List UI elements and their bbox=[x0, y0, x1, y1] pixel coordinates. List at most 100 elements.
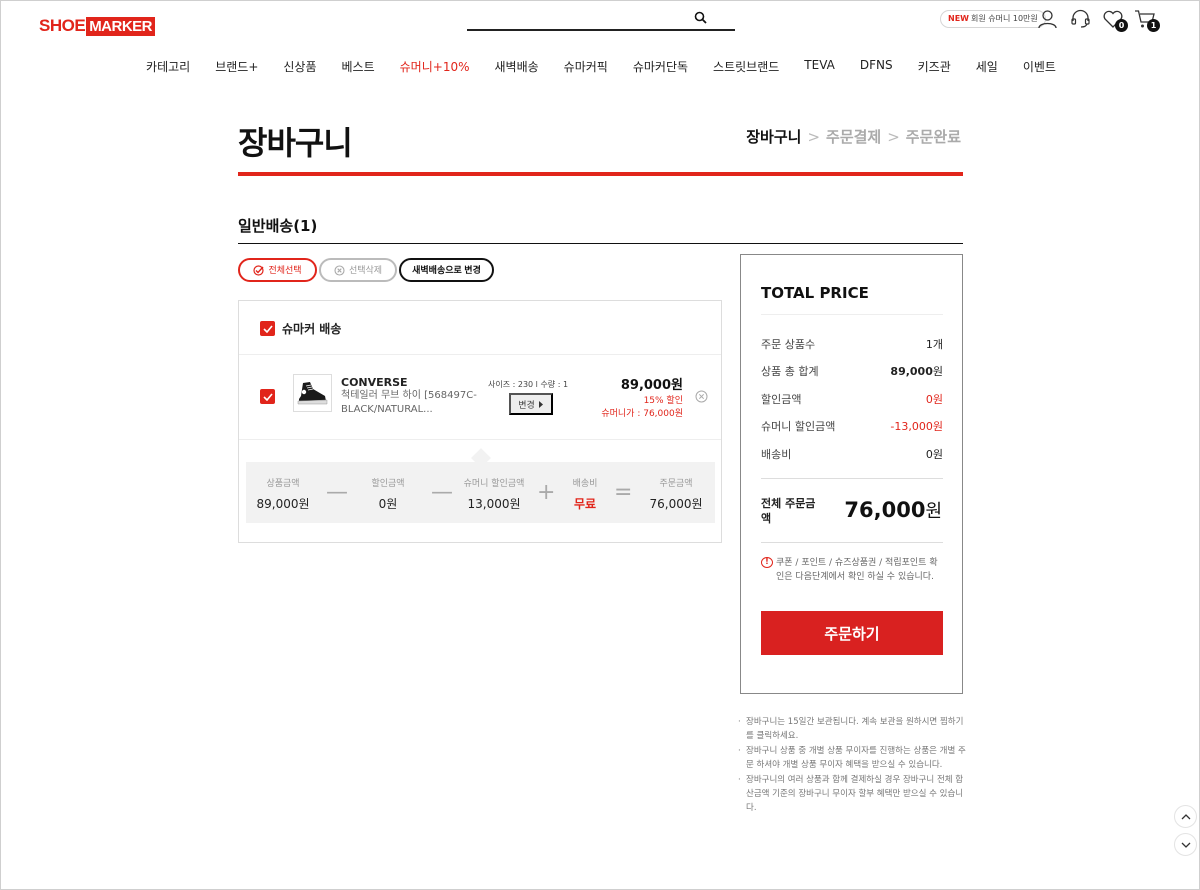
nav-item[interactable]: 베스트 bbox=[342, 58, 375, 76]
main-nav: 카테고리 브랜드+ 신상품 베스트 슈머니+10% 새벽배송 슈마커픽 슈마커단독 스트릿브랜드… bbox=[1, 58, 1200, 76]
row-value: 0원 bbox=[925, 393, 943, 406]
nav-item[interactable]: 브랜드+ bbox=[215, 58, 258, 76]
page-title: 장바구니 bbox=[238, 124, 353, 162]
panel-divider bbox=[761, 314, 943, 315]
badge-text: 회원 슈머니 10만원 bbox=[970, 14, 1038, 23]
row-value: -13,000원 bbox=[890, 420, 943, 433]
section-title: 일반배송(1) bbox=[238, 217, 318, 235]
item-divider bbox=[239, 439, 721, 440]
summary-value: 0원 bbox=[378, 497, 398, 511]
total-row-quantity: 주문 상품수 1개 bbox=[761, 336, 943, 352]
remove-item-icon[interactable] bbox=[695, 388, 708, 407]
search-icon[interactable] bbox=[694, 9, 707, 28]
cart-note-item: 장바구니는 15일간 보관됩니다. 계속 보관을 원하시면 찜하기를 클릭하세요… bbox=[738, 715, 966, 743]
user-icon[interactable] bbox=[1037, 9, 1058, 33]
summary-value: 무료 bbox=[573, 497, 597, 511]
check-icon bbox=[262, 392, 273, 401]
product-brand[interactable]: CONVERSE bbox=[341, 376, 408, 389]
search-input[interactable] bbox=[467, 7, 735, 31]
step-separator: > bbox=[887, 128, 900, 146]
delete-selected-label: 선택삭제 bbox=[348, 265, 383, 275]
nav-item[interactable]: 키즈관 bbox=[918, 58, 951, 76]
change-dawn-delivery-button[interactable]: 새벽배송으로 변경 bbox=[399, 258, 494, 282]
logo-marker-text: MARKER bbox=[86, 16, 156, 36]
nav-item[interactable]: 슈마커픽 bbox=[564, 58, 608, 76]
nav-item[interactable]: 새벽배송 bbox=[495, 58, 539, 76]
total-row-subtotal: 상품 총 합계 89,000원 bbox=[761, 363, 943, 379]
nav-item[interactable]: 신상품 bbox=[283, 58, 316, 76]
summary-product: 상품금액 89,000원 bbox=[243, 476, 323, 512]
new-member-badge[interactable]: NEW 회원 슈머니 10만원 bbox=[940, 10, 1046, 28]
nav-item[interactable]: 슈마커단독 bbox=[633, 58, 688, 76]
grand-total-unit: 원 bbox=[925, 501, 942, 522]
nav-item[interactable]: 카테고리 bbox=[146, 58, 190, 76]
nav-item[interactable]: 세일 bbox=[976, 58, 998, 76]
total-panel-title: TOTAL PRICE bbox=[761, 284, 869, 302]
row-label: 상품 총 합계 bbox=[761, 365, 819, 378]
change-option-button[interactable]: 변경 bbox=[509, 393, 553, 415]
alert-circle-icon: ! bbox=[761, 557, 773, 568]
item-checkbox[interactable] bbox=[260, 389, 275, 404]
row-value: 1개 bbox=[925, 338, 943, 351]
summary-shoemoney: 슈머니 할인금액 13,000원 bbox=[454, 476, 534, 512]
minus-icon: — bbox=[431, 480, 453, 505]
summary-label: 슈머니 할인금액 bbox=[463, 479, 525, 489]
logo-shoe-text: SHOE bbox=[39, 16, 86, 35]
equals-icon: = bbox=[614, 480, 633, 505]
wishlist-count-badge: 0 bbox=[1115, 19, 1128, 32]
step-separator: > bbox=[807, 128, 821, 146]
nav-item[interactable]: 스트릿브랜드 bbox=[713, 58, 779, 76]
nav-item[interactable]: 슈머니+10% bbox=[400, 58, 470, 76]
grand-total-value-wrap: 76,000원 bbox=[844, 497, 942, 523]
chevron-up-icon bbox=[1181, 813, 1190, 819]
scroll-top-button[interactable] bbox=[1174, 805, 1197, 828]
group-label: 슈마커 배송 bbox=[282, 322, 342, 336]
product-thumbnail[interactable] bbox=[293, 374, 332, 412]
site-logo[interactable]: SHOE MARKER bbox=[39, 15, 156, 37]
chevron-down-icon bbox=[1181, 842, 1190, 848]
checkout-notice: ! 쿠폰 / 포인트 / 슈즈상품권 / 적립포인트 확인은 다음단계에서 확인… bbox=[761, 556, 943, 584]
delete-selected-button[interactable]: 선택삭제 bbox=[319, 258, 397, 282]
row-value: 89,000 bbox=[890, 365, 933, 378]
summary-label: 상품금액 bbox=[266, 479, 300, 489]
cart-count-badge: 1 bbox=[1147, 19, 1160, 32]
summary-label: 주문금액 bbox=[659, 479, 693, 489]
panel-divider bbox=[761, 542, 943, 543]
step-complete: 주문완료 bbox=[905, 128, 961, 146]
headset-icon[interactable] bbox=[1070, 9, 1091, 33]
scroll-bottom-button[interactable] bbox=[1174, 833, 1197, 856]
badge-new-label: NEW bbox=[948, 14, 969, 23]
nav-item[interactable]: DFNS bbox=[860, 58, 893, 76]
product-discount: 15% 할인 bbox=[643, 396, 683, 406]
change-option-label: 변경 bbox=[518, 399, 535, 410]
nav-item[interactable]: TEVA bbox=[804, 58, 835, 76]
cart-group: 슈마커 배송 CONVERSE 척테일러 무브 하이 [568497C-BLAC… bbox=[238, 300, 722, 543]
nav-item[interactable]: 이벤트 bbox=[1023, 58, 1056, 76]
order-button[interactable]: 주문하기 bbox=[761, 611, 943, 655]
row-label: 할인금액 bbox=[761, 393, 802, 406]
row-unit: 원 bbox=[932, 365, 943, 378]
order-steps: 장바구니 > 주문결제 > 주문완료 bbox=[746, 126, 961, 147]
total-price-panel: TOTAL PRICE 주문 상품수 1개 상품 총 합계 89,000원 할인… bbox=[740, 254, 963, 694]
title-divider bbox=[238, 172, 963, 176]
product-name[interactable]: 척테일러 무브 하이 [568497C-BLACK/NATURAL... bbox=[341, 389, 481, 417]
summary-label: 배송비 bbox=[572, 479, 598, 489]
product-option: 사이즈 : 230 l 수량 : 1 bbox=[488, 380, 569, 389]
grand-total-value: 76,000 bbox=[844, 498, 926, 522]
total-row-shoemoney: 슈머니 할인금액 -13,000원 bbox=[761, 418, 943, 434]
checkout-notice-text: 쿠폰 / 포인트 / 슈즈상품권 / 적립포인트 확인은 다음단계에서 확인 하… bbox=[776, 558, 938, 582]
summary-discount: 할인금액 0원 bbox=[348, 476, 428, 512]
cart-note-item: 장바구니 상품 중 개별 상품 무이자를 진행하는 상품은 개별 주문 하셔야 … bbox=[738, 744, 966, 772]
group-divider bbox=[239, 354, 721, 355]
group-checkbox[interactable] bbox=[260, 321, 275, 336]
check-circle-icon bbox=[253, 264, 265, 276]
summary-label: 할인금액 bbox=[371, 479, 405, 489]
step-checkout: 주문결제 bbox=[826, 128, 882, 146]
price-summary-bar: 상품금액 89,000원 — 할인금액 0원 — 슈머니 할인금액 13,000… bbox=[246, 462, 715, 523]
cart-notes: 장바구니는 15일간 보관됩니다. 계속 보관을 원하시면 찜하기를 클릭하세요… bbox=[738, 715, 966, 816]
panel-divider bbox=[761, 478, 943, 479]
total-row-discount: 할인금액 0원 bbox=[761, 391, 943, 407]
section-divider bbox=[238, 243, 963, 244]
cart-note-item: 장바구니의 여러 상품과 함께 결제하실 경우 장바구니 전체 합산금액 기준의… bbox=[738, 773, 966, 815]
select-all-button[interactable]: 전체선택 bbox=[238, 258, 317, 282]
